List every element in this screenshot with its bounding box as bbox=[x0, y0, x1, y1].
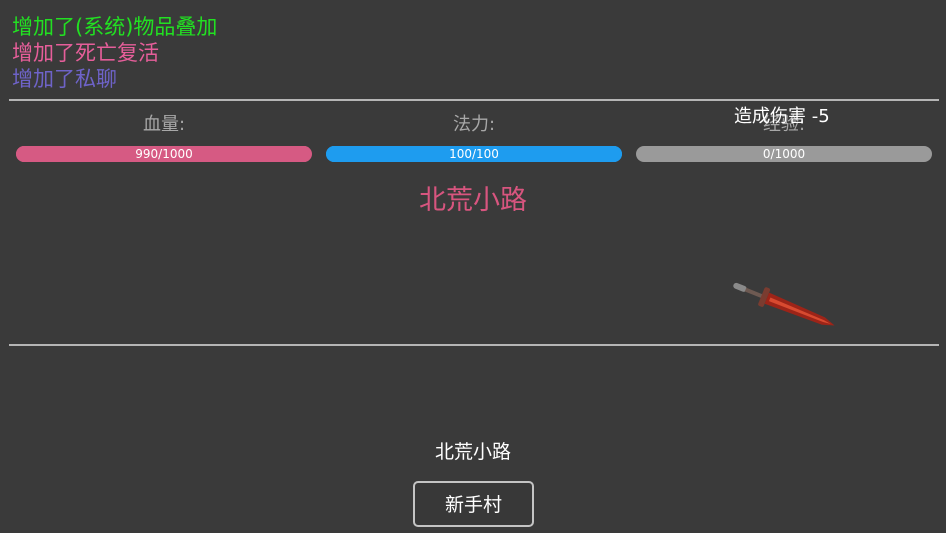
mp-label: 法力: bbox=[452, 114, 496, 135]
goto-village-button[interactable]: 新手村 bbox=[413, 481, 534, 527]
hp-bar: 990/1000 bbox=[16, 146, 312, 162]
mp-bar-text: 100/100 bbox=[449, 147, 499, 161]
message-log: 增加了(系统)物品叠加 增加了死亡复活 增加了私聊 bbox=[12, 14, 217, 92]
xp-bar: 0/1000 bbox=[636, 146, 932, 162]
damage-popup: 造成伤害 -5 bbox=[734, 106, 830, 127]
hp-bar-text: 990/1000 bbox=[135, 147, 193, 161]
sword-edge bbox=[768, 297, 831, 325]
log-line: 增加了死亡复活 bbox=[12, 41, 159, 65]
log-line: 增加了私聊 bbox=[12, 67, 117, 91]
hp-label: 血量: bbox=[142, 114, 186, 135]
sword-icon[interactable] bbox=[726, 282, 846, 332]
bottom-divider bbox=[9, 344, 939, 346]
top-divider bbox=[9, 99, 939, 101]
xp-bar-text: 0/1000 bbox=[762, 147, 806, 161]
location-title: 北荒小路 bbox=[419, 185, 527, 216]
mp-bar: 100/100 bbox=[326, 146, 622, 162]
log-line: 增加了(系统)物品叠加 bbox=[12, 15, 218, 39]
sword-grip bbox=[744, 287, 764, 299]
current-place-label: 北荒小路 bbox=[434, 441, 511, 463]
